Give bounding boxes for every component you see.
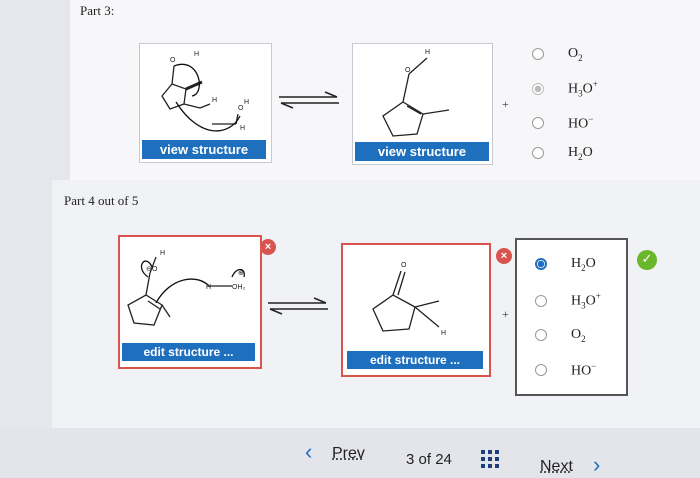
grid-icon[interactable] <box>481 450 499 468</box>
part4-option-o2[interactable]: O2 <box>535 327 586 344</box>
svg-text:H: H <box>244 99 249 106</box>
part3-option-h3o[interactable]: H3O+ <box>532 79 598 98</box>
option-label: HO− <box>571 361 597 379</box>
ketone-structure-drawing: OH <box>372 262 446 337</box>
part4-option-ho[interactable]: HO− <box>535 361 596 380</box>
option-label: O2 <box>571 327 586 344</box>
radio-button[interactable] <box>532 82 544 95</box>
radio-button[interactable] <box>535 364 547 377</box>
view-structure-button[interactable]: view structure <box>355 142 489 161</box>
svg-text:H: H <box>194 51 199 58</box>
svg-text:H: H <box>441 330 446 337</box>
option-label: H3O+ <box>571 291 601 311</box>
part4-option-h2o[interactable]: H2O <box>535 256 596 273</box>
enol-structure-drawing: OH <box>382 49 450 137</box>
edit-structure-button[interactable]: edit structure ... <box>122 343 255 361</box>
reactant-mechanism-drawing: O H H OH₂ ⊕ ⊖ <box>127 250 246 326</box>
option-label: H2O <box>571 256 596 273</box>
part3-heading: Part 3: <box>80 3 115 18</box>
part4-option-h3o[interactable]: H3O+ <box>535 291 601 310</box>
radio-button[interactable] <box>535 329 547 342</box>
svg-text:H: H <box>240 125 245 132</box>
radio-button[interactable] <box>535 294 547 307</box>
svg-text:H: H <box>160 250 165 257</box>
plus-sign: + <box>502 307 509 321</box>
reactant-mechanism-drawing: OH OH HH <box>161 51 249 132</box>
option-label: O2 <box>568 46 583 63</box>
svg-text:O: O <box>152 266 158 273</box>
part4-heading: Part 4 out of 5 <box>64 193 139 208</box>
svg-text:H: H <box>425 49 430 56</box>
svg-text:H: H <box>206 284 211 291</box>
page-indicator: 3 of 24 <box>406 451 452 468</box>
radio-button[interactable] <box>532 48 544 61</box>
radio-button[interactable] <box>535 258 547 271</box>
next-link[interactable]: Next <box>540 458 573 476</box>
part3-option-ho[interactable]: HO− <box>532 114 593 133</box>
svg-text:H: H <box>212 97 217 104</box>
part3-product-structure[interactable]: OH view structure <box>352 43 493 165</box>
option-label: H2O <box>568 145 593 162</box>
svg-text:O: O <box>401 262 407 269</box>
incorrect-icon: × <box>260 239 276 255</box>
plus-sign: + <box>502 97 509 111</box>
correct-check-icon: ✓ <box>637 250 657 270</box>
svg-text:⊕: ⊕ <box>238 270 244 277</box>
svg-text:OH₂: OH₂ <box>232 284 246 291</box>
part3-option-h2o[interactable]: H2O <box>532 145 593 162</box>
part4-reactant-structure[interactable]: O H H OH₂ ⊕ ⊖ edit structure ... <box>118 235 262 369</box>
part3-reactant-structure[interactable]: OH OH HH view structure <box>139 43 272 163</box>
edit-structure-button[interactable]: edit structure ... <box>347 351 483 369</box>
incorrect-icon: × <box>496 248 512 264</box>
option-label: H3O+ <box>568 79 598 99</box>
part4-product-structure[interactable]: OH edit structure ... <box>341 243 491 377</box>
view-structure-button[interactable]: view structure <box>142 140 266 159</box>
chevron-left-icon[interactable]: ‹ <box>305 441 312 463</box>
equilibrium-arrows <box>266 297 330 320</box>
svg-text:O: O <box>405 67 411 74</box>
option-label: HO− <box>568 114 594 132</box>
equilibrium-arrows <box>277 91 341 114</box>
prev-link[interactable]: Prev <box>332 445 365 463</box>
part3-option-o2[interactable]: O2 <box>532 46 583 63</box>
svg-text:⊖: ⊖ <box>146 266 152 273</box>
svg-text:O: O <box>238 105 244 112</box>
svg-text:O: O <box>170 57 176 64</box>
radio-button[interactable] <box>532 117 544 130</box>
radio-button[interactable] <box>532 147 544 160</box>
chevron-right-icon[interactable]: › <box>593 454 600 476</box>
